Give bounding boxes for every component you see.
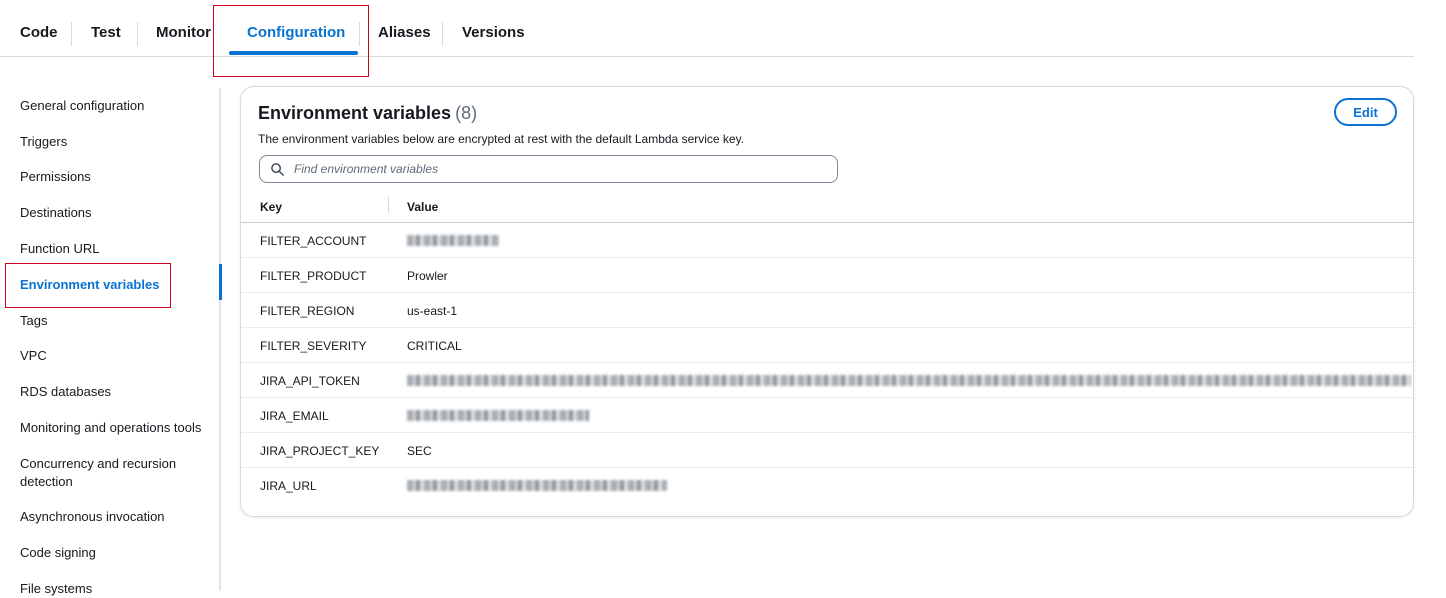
sidebar-item-general-configuration[interactable]: General configuration	[20, 97, 144, 115]
tab-code[interactable]: Code	[20, 24, 58, 41]
variable-key: FILTER_ACCOUNT	[260, 234, 367, 248]
sidebar-item-tags[interactable]: Tags	[20, 312, 47, 330]
variable-key: JIRA_API_TOKEN	[260, 374, 360, 388]
sidebar-divider	[219, 88, 221, 591]
table-row: FILTER_REGION us-east-1	[241, 293, 1413, 328]
search-input[interactable]	[292, 159, 822, 179]
tab-monitor[interactable]: Monitor	[156, 24, 211, 41]
sidebar-item-triggers[interactable]: Triggers	[20, 133, 67, 151]
redacted-value	[407, 410, 589, 421]
table-row: FILTER_PRODUCT Prowler	[241, 258, 1413, 293]
tab-configuration[interactable]: Configuration	[247, 24, 345, 41]
sidebar-item-permissions[interactable]: Permissions	[20, 168, 91, 186]
table-row: JIRA_PROJECT_KEY SEC	[241, 433, 1413, 468]
sidebar-item-destinations[interactable]: Destinations	[20, 204, 92, 222]
sidebar: General configuration Triggers Permissio…	[0, 86, 222, 596]
search-icon	[271, 163, 284, 176]
sidebar-item-function-url[interactable]: Function URL	[20, 240, 99, 258]
sidebar-item-monitoring-and-operations-tools[interactable]: Monitoring and operations tools	[20, 419, 201, 437]
table-row: FILTER_ACCOUNT	[241, 223, 1413, 258]
variable-value: us-east-1	[407, 304, 458, 318]
sidebar-item-rds-databases[interactable]: RDS databases	[20, 383, 111, 401]
table-row: JIRA_EMAIL	[241, 398, 1413, 433]
tab-divider	[359, 22, 360, 46]
variable-key: JIRA_PROJECT_KEY	[260, 444, 380, 458]
sidebar-item-vpc[interactable]: VPC	[20, 347, 47, 365]
variable-key: FILTER_SEVERITY	[260, 339, 367, 353]
tab-divider	[137, 22, 138, 46]
variable-value: Prowler	[407, 269, 448, 283]
variable-value: SEC	[407, 444, 432, 458]
search-field[interactable]	[259, 155, 838, 183]
tab-test[interactable]: Test	[91, 24, 121, 41]
redacted-value	[407, 480, 667, 491]
variable-value: CRITICAL	[407, 339, 462, 353]
active-tab-indicator	[229, 51, 358, 55]
redacted-value	[407, 375, 1411, 386]
tab-versions[interactable]: Versions	[462, 24, 525, 41]
variable-key: FILTER_PRODUCT	[260, 269, 367, 283]
sidebar-item-asynchronous-invocation[interactable]: Asynchronous invocation	[20, 508, 165, 526]
panel-title-text: Environment variables	[258, 103, 452, 123]
column-header-key[interactable]: Key	[260, 200, 282, 214]
table-row: JIRA_API_TOKEN	[241, 363, 1413, 398]
column-resize-handle[interactable]	[388, 197, 389, 213]
variable-key: FILTER_REGION	[260, 304, 355, 318]
sidebar-item-environment-variables[interactable]: Environment variables	[20, 276, 159, 294]
tab-divider	[71, 22, 72, 46]
sidebar-item-code-signing[interactable]: Code signing	[20, 544, 96, 562]
table-row: JIRA_URL	[241, 468, 1413, 503]
column-header-value[interactable]: Value	[407, 200, 438, 214]
variable-key: JIRA_URL	[260, 479, 317, 493]
table-row: FILTER_SEVERITY CRITICAL	[241, 328, 1413, 363]
panel-description: The environment variables below are encr…	[258, 132, 745, 146]
tab-divider	[442, 22, 443, 46]
environment-variables-panel: Environment variables (8) The environment…	[240, 86, 1414, 517]
edit-button[interactable]: Edit	[1334, 98, 1397, 126]
sidebar-item-file-systems[interactable]: File systems	[20, 580, 92, 598]
tab-bar: Code Test Monitor Configuration Aliases …	[0, 0, 1414, 57]
sidebar-active-indicator	[219, 264, 222, 300]
redacted-value	[407, 235, 499, 246]
variable-key: JIRA_EMAIL	[260, 409, 329, 423]
sidebar-item-concurrency-and-recursion-detection[interactable]: Concurrency and recursion detection	[20, 455, 210, 491]
tab-aliases[interactable]: Aliases	[378, 24, 431, 41]
variable-count: (8)	[455, 103, 478, 123]
panel-title: Environment variables (8)	[258, 103, 477, 124]
